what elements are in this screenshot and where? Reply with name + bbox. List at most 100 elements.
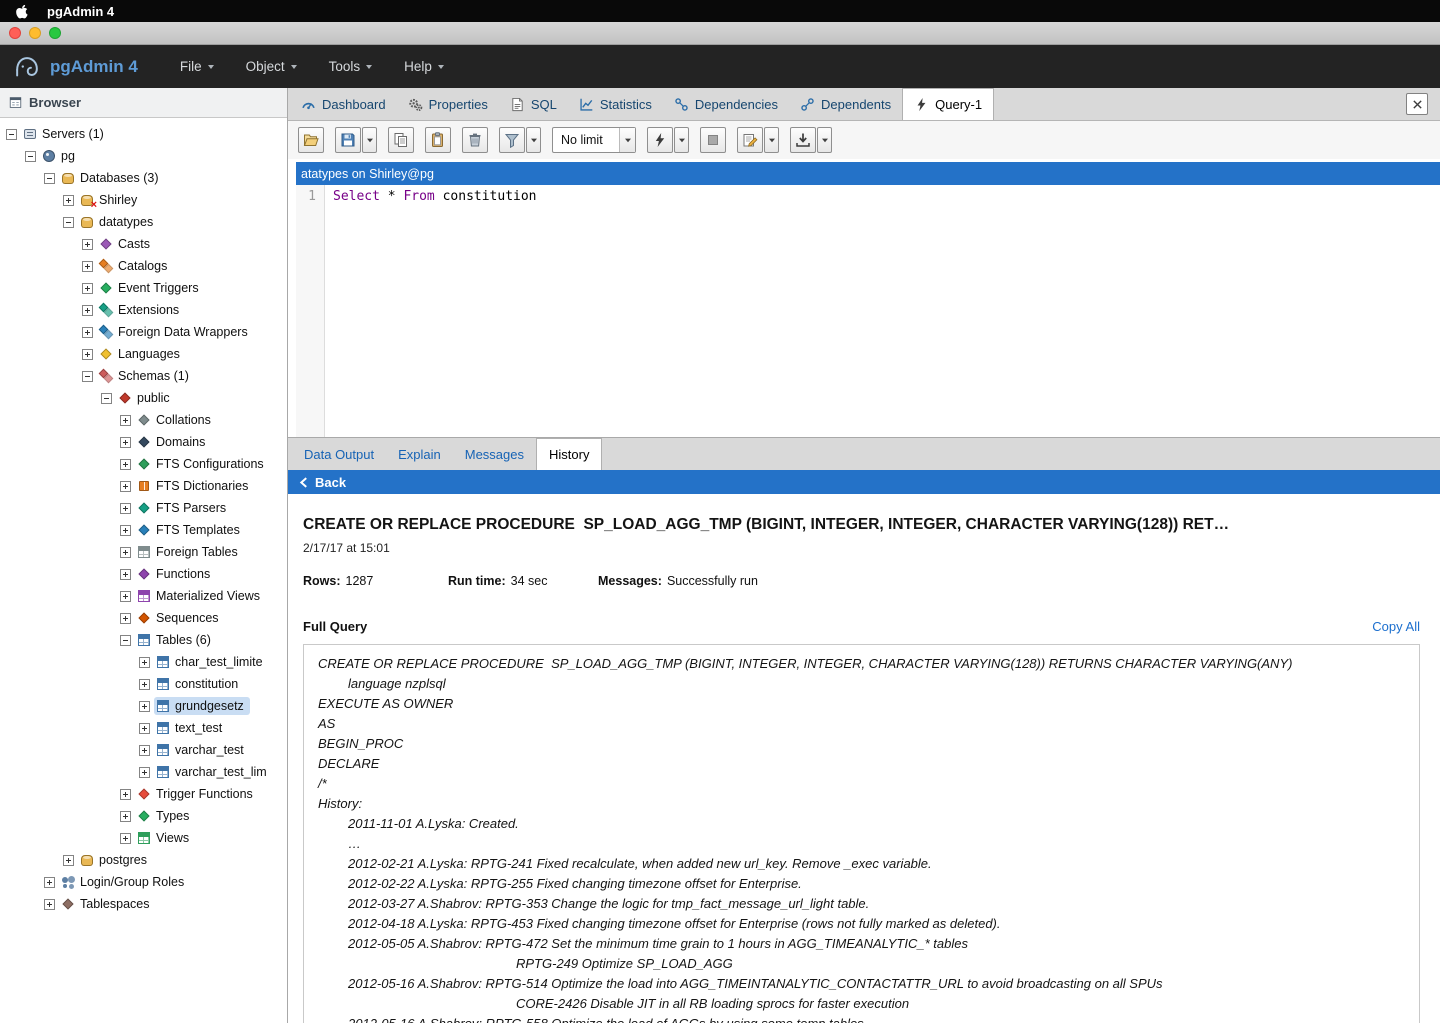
tree-item-login-group-roles[interactable]: Login/Group Roles bbox=[0, 871, 287, 893]
menu-object[interactable]: Object bbox=[230, 45, 313, 88]
expand-toggle[interactable] bbox=[82, 261, 93, 272]
expand-toggle[interactable] bbox=[120, 415, 131, 426]
expand-toggle[interactable] bbox=[82, 305, 93, 316]
save-button-menu[interactable] bbox=[362, 127, 377, 153]
tree-item-fts-templates[interactable]: FTS Templates bbox=[0, 519, 287, 541]
execute-button-menu[interactable] bbox=[674, 127, 689, 153]
tree-item-extensions[interactable]: Extensions bbox=[0, 299, 287, 321]
tree-item-languages[interactable]: Languages bbox=[0, 343, 287, 365]
tree-item-postgres[interactable]: postgres bbox=[0, 849, 287, 871]
query-editor[interactable]: 1 Select * From constitution bbox=[296, 185, 1440, 437]
expand-toggle[interactable] bbox=[120, 459, 131, 470]
save-button[interactable] bbox=[335, 127, 361, 153]
expand-toggle[interactable] bbox=[82, 327, 93, 338]
execute-button[interactable] bbox=[647, 127, 673, 153]
expand-toggle[interactable] bbox=[44, 899, 55, 910]
expand-toggle[interactable] bbox=[120, 525, 131, 536]
tree-item-servers-1[interactable]: Servers (1) bbox=[0, 123, 287, 145]
expand-toggle[interactable] bbox=[120, 591, 131, 602]
tree-item-event-triggers[interactable]: Event Triggers bbox=[0, 277, 287, 299]
menu-file[interactable]: File bbox=[164, 45, 230, 88]
tree-item-domains[interactable]: Domains bbox=[0, 431, 287, 453]
tab-statistics[interactable]: Statistics bbox=[568, 88, 663, 120]
tab-dependents[interactable]: Dependents bbox=[789, 88, 902, 120]
filter-button[interactable] bbox=[499, 127, 525, 153]
edit-button[interactable] bbox=[737, 127, 763, 153]
open-file-button[interactable] bbox=[298, 127, 324, 153]
tree-item-varchar-test[interactable]: varchar_test bbox=[0, 739, 287, 761]
delete-button[interactable] bbox=[462, 127, 488, 153]
expand-toggle[interactable] bbox=[120, 613, 131, 624]
output-tab-data-output[interactable]: Data Output bbox=[292, 438, 386, 470]
collapse-toggle[interactable] bbox=[120, 635, 131, 646]
expand-toggle[interactable] bbox=[82, 283, 93, 294]
tab-dashboard[interactable]: Dashboard bbox=[290, 88, 397, 120]
expand-toggle[interactable] bbox=[120, 503, 131, 514]
tree-item-collations[interactable]: Collations bbox=[0, 409, 287, 431]
tab-sql[interactable]: SQL bbox=[499, 88, 568, 120]
expand-toggle[interactable] bbox=[82, 239, 93, 250]
expand-toggle[interactable] bbox=[139, 767, 150, 778]
collapse-toggle[interactable] bbox=[6, 129, 17, 140]
tree-item-materialized-views[interactable]: Materialized Views bbox=[0, 585, 287, 607]
tree-item-char-test-limite[interactable]: char_test_limite bbox=[0, 651, 287, 673]
expand-toggle[interactable] bbox=[139, 745, 150, 756]
tree-item-types[interactable]: Types bbox=[0, 805, 287, 827]
paste-button[interactable] bbox=[425, 127, 451, 153]
tree-item-functions[interactable]: Functions bbox=[0, 563, 287, 585]
filter-button-menu[interactable] bbox=[526, 127, 541, 153]
tree-item-schemas-1[interactable]: Schemas (1) bbox=[0, 365, 287, 387]
tab-properties[interactable]: Properties bbox=[397, 88, 499, 120]
tree-item-tablespaces[interactable]: Tablespaces bbox=[0, 893, 287, 915]
row-limit-select[interactable]: No limit bbox=[552, 127, 636, 153]
tree-item-foreign-data-wrappers[interactable]: Foreign Data Wrappers bbox=[0, 321, 287, 343]
expand-toggle[interactable] bbox=[120, 789, 131, 800]
tree-item-datatypes[interactable]: datatypes bbox=[0, 211, 287, 233]
expand-toggle[interactable] bbox=[120, 811, 131, 822]
zoom-window-button[interactable] bbox=[49, 27, 61, 39]
tree-item-grundgesetz[interactable]: grundgesetz bbox=[0, 695, 287, 717]
expand-toggle[interactable] bbox=[120, 569, 131, 580]
collapse-toggle[interactable] bbox=[44, 173, 55, 184]
tree-item-databases-3[interactable]: Databases (3) bbox=[0, 167, 287, 189]
copy-button[interactable] bbox=[388, 127, 414, 153]
collapse-toggle[interactable] bbox=[82, 371, 93, 382]
collapse-toggle[interactable] bbox=[63, 217, 74, 228]
menu-help[interactable]: Help bbox=[388, 45, 460, 88]
expand-toggle[interactable] bbox=[120, 481, 131, 492]
expand-toggle[interactable] bbox=[82, 349, 93, 360]
tree-item-casts[interactable]: Casts bbox=[0, 233, 287, 255]
apple-icon[interactable] bbox=[16, 4, 29, 19]
collapse-toggle[interactable] bbox=[101, 393, 112, 404]
tree-item-foreign-tables[interactable]: Foreign Tables bbox=[0, 541, 287, 563]
expand-toggle[interactable] bbox=[139, 679, 150, 690]
tab-dependencies[interactable]: Dependencies bbox=[663, 88, 789, 120]
tree-item-fts-parsers[interactable]: FTS Parsers bbox=[0, 497, 287, 519]
stop-button[interactable] bbox=[700, 127, 726, 153]
expand-toggle[interactable] bbox=[120, 437, 131, 448]
expand-toggle[interactable] bbox=[44, 877, 55, 888]
edit-button-menu[interactable] bbox=[764, 127, 779, 153]
expand-toggle[interactable] bbox=[139, 723, 150, 734]
close-window-button[interactable] bbox=[9, 27, 21, 39]
expand-toggle[interactable] bbox=[139, 657, 150, 668]
minimize-window-button[interactable] bbox=[29, 27, 41, 39]
expand-toggle[interactable] bbox=[63, 195, 74, 206]
copy-all-link[interactable]: Copy All bbox=[1372, 619, 1420, 634]
collapse-toggle[interactable] bbox=[25, 151, 36, 162]
tree-item-tables-6[interactable]: Tables (6) bbox=[0, 629, 287, 651]
expand-toggle[interactable] bbox=[139, 701, 150, 712]
expand-toggle[interactable] bbox=[120, 547, 131, 558]
tree-item-constitution[interactable]: constitution bbox=[0, 673, 287, 695]
tree-item-public[interactable]: public bbox=[0, 387, 287, 409]
output-tab-history[interactable]: History bbox=[536, 438, 602, 470]
download-button-menu[interactable] bbox=[817, 127, 832, 153]
tree-item-pg[interactable]: pg bbox=[0, 145, 287, 167]
expand-toggle[interactable] bbox=[63, 855, 74, 866]
expand-toggle[interactable] bbox=[120, 833, 131, 844]
tab-query-1[interactable]: Query-1 bbox=[902, 88, 994, 120]
tree-item-catalogs[interactable]: Catalogs bbox=[0, 255, 287, 277]
download-button[interactable] bbox=[790, 127, 816, 153]
tree-item-fts-dictionaries[interactable]: FTS Dictionaries bbox=[0, 475, 287, 497]
tree-item-shirley[interactable]: ×Shirley bbox=[0, 189, 287, 211]
